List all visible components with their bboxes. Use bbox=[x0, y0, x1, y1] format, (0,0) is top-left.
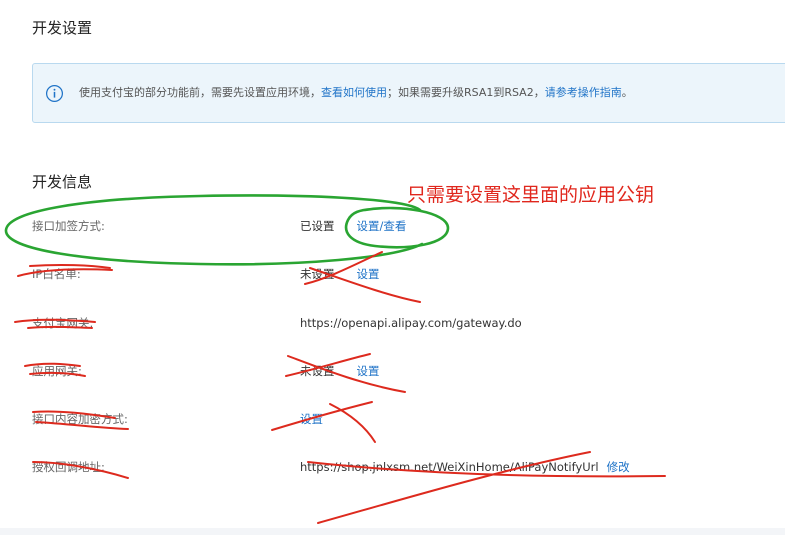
row-label-sign-method: 接口加签方式: bbox=[32, 219, 105, 233]
notice-banner: 使用支付宝的部分功能前，需要先设置应用环境，查看如何使用；如果需要升级RSA1到… bbox=[32, 63, 785, 123]
notice-text-part: 。 bbox=[621, 86, 633, 99]
row-label-app-gateway: 应用网关: bbox=[32, 364, 82, 378]
row-value-app-gateway: 未设置 设置 bbox=[300, 363, 380, 379]
row-value-content-encryption: 设置 bbox=[300, 411, 323, 427]
how-to-use-link[interactable]: 查看如何使用 bbox=[321, 86, 387, 99]
status-text: 已设置 bbox=[300, 219, 335, 233]
auth-callback-edit-link[interactable]: 修改 bbox=[607, 460, 630, 474]
callback-url-text: https://shop.jnlxsm.net/WeiXinHome/AliPa… bbox=[300, 460, 599, 474]
row-label-content-encryption: 接口内容加密方式: bbox=[32, 412, 128, 426]
sign-method-setup-view-link[interactable]: 设置/查看 bbox=[357, 219, 407, 233]
status-text: 未设置 bbox=[300, 267, 335, 281]
status-text: 未设置 bbox=[300, 364, 335, 378]
section-title-dev-info: 开发信息 bbox=[32, 173, 93, 191]
annotation-text: 只需要设置这里面的应用公钥 bbox=[407, 184, 655, 206]
row-label-alipay-gateway: 支付宝网关: bbox=[32, 316, 94, 330]
content-encryption-setup-link[interactable]: 设置 bbox=[300, 412, 323, 426]
content-panel: 开发设置 使用支付宝的部分功能前，需要先设置应用环境，查看如何使用；如果需要升级… bbox=[0, 0, 785, 528]
app-gateway-setup-link[interactable]: 设置 bbox=[357, 364, 380, 378]
row-label-ip-whitelist: IP白名单: bbox=[32, 267, 81, 281]
guide-link[interactable]: 请参考操作指南 bbox=[545, 86, 622, 99]
ip-whitelist-setup-link[interactable]: 设置 bbox=[357, 267, 380, 281]
notice-text-part: ；如果需要升级RSA1到RSA2， bbox=[387, 86, 545, 99]
section-title-dev-settings: 开发设置 bbox=[32, 19, 93, 37]
row-value-alipay-gateway: https://openapi.alipay.com/gateway.do bbox=[300, 316, 522, 330]
row-value-ip-whitelist: 未设置 设置 bbox=[300, 266, 380, 282]
row-value-sign-method: 已设置 设置/查看 bbox=[300, 218, 406, 234]
row-label-auth-callback: 授权回调地址: bbox=[32, 460, 105, 474]
info-icon bbox=[45, 84, 64, 103]
row-value-auth-callback: https://shop.jnlxsm.net/WeiXinHome/AliPa… bbox=[300, 459, 630, 475]
notice-text: 使用支付宝的部分功能前，需要先设置应用环境，查看如何使用；如果需要升级RSA1到… bbox=[79, 85, 633, 101]
notice-text-part: 使用支付宝的部分功能前，需要先设置应用环境， bbox=[79, 86, 321, 99]
